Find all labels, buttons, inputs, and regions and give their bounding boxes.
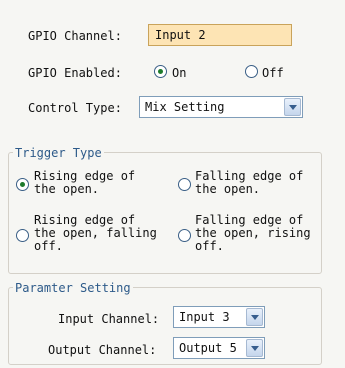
trigger-type-title: Trigger Type	[13, 146, 104, 160]
gpio-enabled-on-label: On	[172, 66, 187, 80]
trigger-option-falling-open-rising-off-label: Falling edge of the open, rising off.	[195, 213, 311, 253]
chevron-down-icon[interactable]	[246, 339, 263, 357]
trigger-option-rising-open-label: Rising edge of the open.	[34, 169, 136, 196]
gpio-channel-label: GPIO Channel:	[28, 29, 122, 43]
radio-unchecked-icon	[178, 178, 191, 191]
output-channel-select[interactable]: Output 5	[173, 337, 265, 359]
trigger-option-falling-open-radio[interactable]	[178, 178, 191, 194]
trigger-option-falling-open-rising-off-radio[interactable]	[178, 229, 191, 245]
chevron-down-icon[interactable]	[246, 308, 263, 326]
gpio-enabled-off-radio[interactable]	[245, 65, 258, 81]
gpio-enabled-on-radio[interactable]	[154, 65, 167, 81]
output-channel-label: Output Channel:	[48, 343, 157, 357]
radio-checked-icon	[16, 178, 29, 191]
parameter-setting-title: Paramter Setting	[13, 281, 133, 295]
output-channel-value: Output 5	[179, 341, 237, 355]
control-type-label: Control Type:	[28, 101, 122, 115]
input-channel-value: Input 3	[179, 310, 230, 324]
trigger-option-rising-open-radio[interactable]	[16, 178, 29, 194]
radio-unchecked-icon	[16, 229, 29, 242]
gpio-channel-field[interactable]: Input 2	[148, 24, 292, 46]
input-channel-select[interactable]: Input 3	[173, 306, 265, 328]
radio-unchecked-icon	[245, 65, 258, 78]
trigger-option-falling-open-label: Falling edge of the open.	[195, 169, 304, 196]
control-type-value: Mix Setting	[145, 100, 225, 114]
gpio-enabled-off-label: Off	[262, 66, 284, 80]
chevron-down-icon[interactable]	[284, 98, 301, 116]
gpio-enabled-label: GPIO Enabled:	[28, 66, 122, 80]
radio-checked-icon	[154, 65, 167, 78]
radio-unchecked-icon	[178, 229, 191, 242]
input-channel-label: Input Channel:	[58, 312, 160, 326]
trigger-option-rising-open-falling-off-radio[interactable]	[16, 229, 29, 245]
control-type-select[interactable]: Mix Setting	[139, 96, 303, 118]
trigger-option-rising-open-falling-off-label: Rising edge of the open, falling off.	[34, 213, 157, 253]
